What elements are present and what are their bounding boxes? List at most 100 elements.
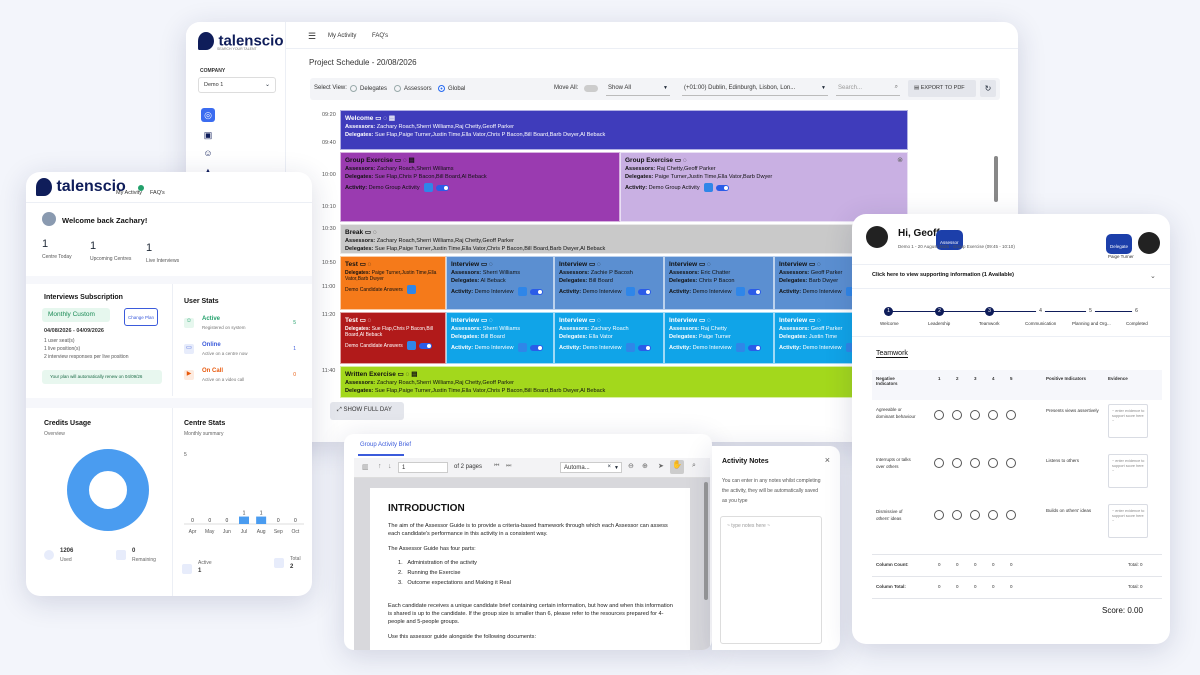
data-label: 0 <box>225 518 228 524</box>
export-pdf-button[interactable]: ▤ EXPORT TO PDF <box>908 80 976 97</box>
step-marker[interactable]: 4 <box>1036 307 1045 316</box>
video-off-icon: ▭ <box>809 317 816 324</box>
step-marker[interactable]: 5 <box>1086 307 1095 316</box>
event-interview[interactable]: Interview ▭ ◌ Assessors: Sherri Williams… <box>446 312 554 364</box>
last-page-icon[interactable]: ⏭ <box>506 463 511 470</box>
evidence-input[interactable]: ~ enter evidence to support score here ~ <box>1108 504 1148 538</box>
show-select[interactable]: Show All ▼ <box>606 81 670 96</box>
tab-my-activity[interactable]: My Activity <box>328 33 356 39</box>
prev-page-icon[interactable]: ↑ <box>378 463 382 470</box>
activity-notes-panel: Activity Notes × You can enter in any no… <box>712 446 840 650</box>
event-group-exercise[interactable]: Group Exercise ▭ ◌ Assessors: Raj Chetty… <box>620 152 908 222</box>
zoom-select[interactable]: Automa... × ▼ <box>560 462 622 473</box>
score-radio[interactable] <box>952 410 962 420</box>
tab-my-activity[interactable]: My Activity <box>116 190 142 196</box>
next-page-icon[interactable]: ↓ <box>388 463 392 470</box>
score-radio[interactable] <box>970 410 980 420</box>
view-delegates-radio[interactable]: Delegates <box>350 85 387 92</box>
person-icon <box>406 341 416 350</box>
scrollbar[interactable] <box>704 482 708 600</box>
dashboard-icon[interactable]: ◎ <box>201 108 215 122</box>
column-total: 0 <box>938 584 941 589</box>
zoom-out-icon[interactable]: ⊖ <box>628 462 634 470</box>
tab-faqs[interactable]: FAQ's <box>372 33 388 39</box>
step-marker[interactable]: 2 <box>935 307 944 316</box>
file-icon: ▤ <box>914 85 920 91</box>
notes-textarea[interactable]: ~ type notes here ~ <box>720 516 822 644</box>
refresh-icon[interactable]: ↻ <box>980 80 996 97</box>
score-radio[interactable] <box>970 458 980 468</box>
cursor-icon[interactable]: ➤ <box>658 462 664 470</box>
scrollbar[interactable] <box>994 156 998 202</box>
step-marker[interactable]: 6 <box>1132 307 1141 316</box>
score-radio[interactable] <box>952 510 962 520</box>
change-plan-button[interactable]: Change Plan <box>124 308 158 326</box>
score-radio[interactable] <box>988 410 998 420</box>
event-test[interactable]: Test ▭ ◌ Delegates: Paige Turner,Justin … <box>340 256 446 310</box>
score-radio[interactable] <box>934 410 944 420</box>
pdf-paragraph: The Assessor Guide has four parts: <box>388 546 476 552</box>
caret-down-icon: ▼ <box>614 465 619 471</box>
score-radio[interactable] <box>970 510 980 520</box>
greeting: Hi, Geoff <box>898 228 940 239</box>
sidebar-toggle-icon[interactable]: ▥ <box>362 463 369 471</box>
tab-faqs[interactable]: FAQ's <box>150 190 165 196</box>
close-icon[interactable]: ⊗ <box>897 156 903 164</box>
view-assessors-radio[interactable]: Assessors <box>394 85 432 92</box>
event-interview[interactable]: Interview ▭ ◌ Assessors: Zachie P Bacosh… <box>554 256 664 310</box>
evidence-input[interactable]: ~ enter evidence to support score here ~ <box>1108 404 1148 438</box>
score-radio[interactable] <box>934 458 944 468</box>
supporting-info-link[interactable]: Click here to view supporting informatio… <box>872 272 1014 278</box>
score-radio[interactable] <box>1006 510 1016 520</box>
view-global-radio[interactable]: Global <box>438 85 465 92</box>
plan-badge: Monthly Custom <box>42 308 110 322</box>
calendar-icon[interactable]: ▣ <box>201 128 215 142</box>
score-radio[interactable] <box>1006 410 1016 420</box>
assessor-avatar <box>866 226 888 248</box>
data-label: 0 <box>294 518 297 524</box>
time-label: 11:20 <box>322 312 336 318</box>
timezone-select[interactable]: (+01:00) Dublin, Edinburgh, Lisbon, Lon.… <box>682 81 828 96</box>
search-input[interactable]: Search... ⌕ <box>836 81 900 96</box>
first-page-icon[interactable]: ⏮ <box>494 463 499 470</box>
logo-icon <box>198 32 214 50</box>
zoom-in-icon[interactable]: ⊕ <box>642 462 648 470</box>
event-test[interactable]: Test ▭ ◌ Delegates: Sue Flap,Chris P Bac… <box>340 312 446 364</box>
event-interview[interactable]: Interview ▭ ◌ Assessors: Sherri Williams… <box>446 256 554 310</box>
bar <box>239 516 249 524</box>
menu-icon[interactable]: ☰ <box>308 31 316 42</box>
show-full-day-button[interactable]: ⤢ SHOW FULL DAY <box>330 402 404 420</box>
score-radio[interactable] <box>934 510 944 520</box>
step-label: Leadership <box>928 321 951 326</box>
chevron-down-icon[interactable]: ⌄ <box>1150 272 1156 280</box>
event-group-exercise[interactable]: Group Exercise ▭ ◌ ▤ Assessors: Zachary … <box>340 152 620 222</box>
subscription-title: Interviews Subscription <box>44 294 123 301</box>
company-select[interactable]: Demo 1 ⌄ <box>198 77 276 93</box>
move-all-toggle[interactable] <box>584 85 598 92</box>
score-radio[interactable] <box>988 510 998 520</box>
step-marker[interactable]: 1 <box>884 307 893 316</box>
tab-group-activity-brief[interactable]: Group Activity Brief <box>360 442 411 448</box>
score-radio[interactable] <box>988 458 998 468</box>
close-icon[interactable]: × <box>825 455 830 465</box>
data-label: 0 <box>191 518 194 524</box>
page-input[interactable]: 1 <box>398 462 448 473</box>
video-off-icon: ▭ <box>809 261 816 268</box>
event-welcome[interactable]: Welcome ▭ ◌ ▤ Assessors: Zachary Roach,S… <box>340 110 908 150</box>
step-marker[interactable]: 3 <box>985 307 994 316</box>
divider <box>26 202 312 203</box>
hand-icon[interactable]: ✋ <box>670 460 684 474</box>
pdf-paragraph: Use this assessor guide alongside the fo… <box>388 634 537 640</box>
column-total: 0 <box>992 584 995 589</box>
event-interview[interactable]: Interview ▭ ◌ Assessors: Eric Chatter De… <box>664 256 774 310</box>
user-icon[interactable]: ☺ <box>201 146 215 160</box>
search-icon[interactable]: ⌕ <box>692 462 696 470</box>
evidence-input[interactable]: ~ enter evidence to support score here ~ <box>1108 454 1148 488</box>
chat-off-icon: ◌ <box>596 261 601 268</box>
score-radio[interactable] <box>1006 458 1016 468</box>
positive-indicator: Listens to others <box>1046 458 1080 463</box>
score-radio[interactable] <box>952 458 962 468</box>
event-interview[interactable]: Interview ▭ ◌ Assessors: Raj Chetty Dele… <box>664 312 774 364</box>
event-interview[interactable]: Interview ▭ ◌ Assessors: Zachary Roach D… <box>554 312 664 364</box>
chat-off-icon: ◌ <box>367 261 372 268</box>
